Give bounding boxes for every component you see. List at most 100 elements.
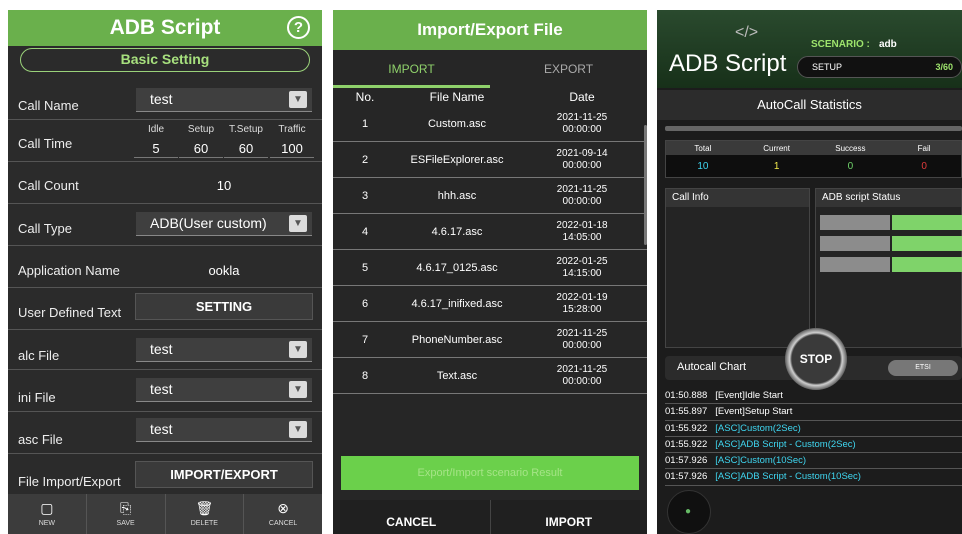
import-export-label: File Import/Export (18, 474, 121, 489)
file-no: 4 (361, 225, 369, 238)
alc-file-label: alc File (18, 348, 60, 363)
event-log: 01:50.888 [Event]Idle Start 01:55.897 [Even… (665, 388, 962, 486)
app-name-label: Application Name (18, 263, 120, 278)
log-line: 01:55.922 [ASC]Custom(2Sec) (665, 421, 962, 437)
setup-time-field[interactable]: Setup 60 (179, 124, 223, 158)
autocall-statistics-screen: </> ADB Script SCENARIO : adb SETUP 3/60… (657, 10, 962, 534)
file-date: 2021-11-25 00:00:00 (517, 184, 647, 208)
stat-current-value: 1 (773, 160, 780, 172)
tab-bar: IMPORT EXPORT (333, 50, 647, 88)
tsetup-time-field[interactable]: T.Setup 60 (224, 124, 268, 158)
tab-export[interactable]: EXPORT (490, 50, 647, 88)
file-date: 2022-01-19 15:28:00 (517, 292, 647, 316)
log-line: 01:55.922 [ASC]ADB Script - Custom(2Sec) (665, 437, 962, 454)
section-header-basic-setting: Basic Setting (20, 48, 310, 72)
file-name: hhh.asc (437, 189, 477, 202)
save-button[interactable]: ⎘ SAVE (87, 494, 166, 534)
app-logo: ADB Script (669, 50, 787, 77)
file-date-day: 2021-11-25 (556, 183, 608, 195)
file-no: 1 (361, 117, 369, 130)
asc-file-row: asc File test ▼ (8, 412, 322, 454)
new-label: NEW (38, 520, 56, 527)
import-button[interactable]: IMPORT (491, 500, 648, 534)
call-type-row: Call Type ADB(User custom) ▼ (8, 204, 322, 246)
ini-file-row: ini File test ▼ (8, 370, 322, 412)
import-export-button[interactable]: IMPORT/EXPORT (135, 461, 313, 488)
file-name: ESFileExplorer.asc (410, 153, 504, 166)
stats-values: 10 1 0 0 (666, 155, 961, 177)
section-title: AutoCall Statistics (657, 90, 962, 120)
file-date: 2021-11-25 00:00:00 (517, 364, 647, 388)
column-no: No. (355, 90, 375, 104)
table-row[interactable]: 3 hhh.asc 2021-11-25 00:00:00 (333, 178, 647, 214)
asc-file-label: asc File (18, 432, 63, 447)
idle-value: 5 (134, 141, 178, 158)
table-row[interactable]: 2 ESFileExplorer.asc 2021-09-14 00:00:00 (333, 142, 647, 178)
setup-label: SETUP (812, 62, 843, 72)
table-row[interactable]: 6 4.6.17_inifixed.asc 2022-01-19 15:28:00 (333, 286, 647, 322)
new-button[interactable]: ▢ NEW (8, 494, 87, 534)
log-line: 01:55.897 [Event]Setup Start (665, 404, 962, 421)
stat-success-label: Success (835, 143, 866, 153)
help-icon[interactable]: ? (287, 16, 310, 39)
tab-import[interactable]: IMPORT (333, 50, 490, 88)
table-row[interactable]: 5 4.6.17_0125.asc 2022-01-25 14:15:00 (333, 250, 647, 286)
user-text-row: User Defined Text SETTING (8, 288, 322, 330)
etsi-toggle[interactable]: ETSI (888, 360, 958, 376)
setting-button[interactable]: SETTING (135, 293, 313, 320)
file-name: 4.6.17_inifixed.asc (411, 297, 503, 310)
file-date: 2022-01-25 14:15:00 (517, 256, 647, 280)
cancel-button[interactable]: ⊗ CANCEL (244, 494, 322, 534)
file-date-time: 00:00:00 (562, 375, 602, 387)
file-no: 3 (361, 189, 369, 202)
file-no: 2 (361, 153, 369, 166)
table-row[interactable]: 8 Text.asc 2021-11-25 00:00:00 (333, 358, 647, 394)
call-count-label: Call Count (18, 178, 79, 193)
adb-status-panel: ADB script Status (815, 188, 962, 348)
log-time: 01:55.922 (665, 438, 708, 450)
chevron-down-icon: ▼ (289, 381, 307, 398)
call-name-dropdown[interactable]: test ▼ (136, 88, 312, 112)
stop-button[interactable]: STOP (785, 328, 847, 390)
table-row[interactable]: 1 Custom.asc 2021-11-25 00:00:00 (333, 106, 647, 142)
file-no: 5 (361, 261, 369, 274)
setup-value: 60 (179, 141, 223, 158)
stats-table: Total Current Success Fail 10 1 0 0 (665, 140, 962, 178)
adb-status-title: ADB script Status (816, 189, 961, 207)
stat-total-label: Total (694, 143, 712, 153)
call-time-label: Call Time (18, 136, 73, 151)
log-message: [ASC]Custom(2Sec) (715, 422, 801, 434)
app-header: </> ADB Script SCENARIO : adb SETUP 3/60 (657, 10, 962, 88)
idle-time-field[interactable]: Idle 5 (134, 124, 178, 158)
traffic-time-field[interactable]: Traffic 100 (270, 124, 314, 158)
file-date-time: 00:00:00 (562, 123, 602, 135)
cancel-button[interactable]: CANCEL (333, 500, 491, 534)
asc-file-dropdown[interactable]: test ▼ (136, 418, 312, 442)
save-icon: ⎘ (120, 500, 132, 516)
scenario-value: adb (879, 39, 897, 50)
dialog-footer: CANCEL IMPORT (333, 500, 647, 534)
floating-action-button[interactable]: ● (667, 490, 711, 534)
app-name-input[interactable]: ookla (136, 263, 312, 278)
call-count-input[interactable]: 10 (136, 178, 312, 193)
file-date-time: 15:28:00 (562, 303, 602, 315)
table-row[interactable]: 7 PhoneNumber.asc 2021-11-25 00:00:00 (333, 322, 647, 358)
ini-file-label: ini File (18, 390, 56, 405)
file-no: 7 (361, 333, 369, 346)
table-row[interactable]: 4 4.6.17.asc 2022-01-18 14:05:00 (333, 214, 647, 250)
file-name: PhoneNumber.asc (411, 333, 503, 346)
logo-icon: ● (685, 506, 692, 517)
call-name-row: Call Name test ▼ (8, 84, 322, 120)
file-list: 1 Custom.asc 2021-11-25 00:00:00 2 ESFileExpl… (333, 106, 647, 394)
file-date-time: 00:00:00 (562, 159, 602, 171)
import-export-row: File Import/Export IMPORT/EXPORT (8, 454, 322, 494)
alc-file-dropdown[interactable]: test ▼ (136, 338, 312, 362)
code-icon: </> (735, 24, 759, 41)
call-type-dropdown[interactable]: ADB(User custom) ▼ (136, 212, 312, 236)
delete-button[interactable]: 🗑︎ DELETE (166, 494, 245, 534)
log-line: 01:50.888 [Event]Idle Start (665, 388, 962, 405)
log-line: 01:57.926 [ASC]Custom(10Sec) (665, 453, 962, 470)
ini-file-value: test (150, 381, 173, 397)
scrollbar[interactable] (644, 125, 647, 245)
ini-file-dropdown[interactable]: test ▼ (136, 378, 312, 402)
